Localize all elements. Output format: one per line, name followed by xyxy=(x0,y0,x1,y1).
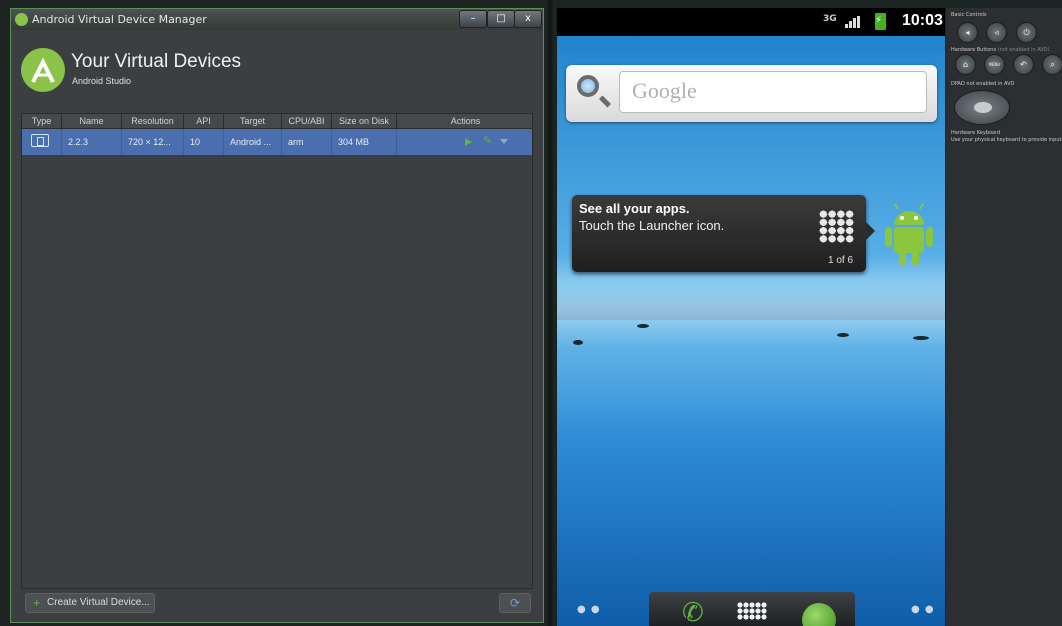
battery-charging-icon xyxy=(875,13,886,30)
hardware-keyboard-note: Use your physical keyboard to provide in… xyxy=(951,137,1062,143)
android-studio-icon xyxy=(15,13,28,26)
tip-body: Touch the Launcher icon. xyxy=(579,218,725,233)
phone-device-icon xyxy=(31,134,49,147)
window-separator xyxy=(545,0,555,626)
emulator-control-panel: Basic Controls ◂ ◃ ⏻ Hardware Buttons (n… xyxy=(946,8,1062,626)
avd-manager-window: Android Virtual Device Manager – □ x You… xyxy=(10,8,544,623)
back-button[interactable]: ↶ xyxy=(1013,54,1034,75)
volume-down-button[interactable]: ◂ xyxy=(957,22,978,43)
phone-icon[interactable]: ✆ xyxy=(682,600,704,626)
search-button[interactable]: ⌕ xyxy=(1042,54,1062,75)
status-bar: 3G 10:03 xyxy=(557,8,945,36)
size-cell: 304 MB xyxy=(332,129,397,155)
resolution-cell: 720 × 12... xyxy=(122,129,184,155)
chevron-down-icon[interactable] xyxy=(500,139,508,144)
device-table: Type Name Resolution API Target CPU/ABI … xyxy=(21,113,533,589)
wallpaper-rock xyxy=(837,333,849,337)
column-header-type[interactable]: Type xyxy=(22,114,62,128)
basic-controls-label: Basic Controls xyxy=(951,12,987,18)
refresh-icon: ⟳ xyxy=(509,596,521,610)
emulator-screen[interactable]: 3G 10:03 Google See all your apps. Touch… xyxy=(557,8,945,626)
edit-pencil-icon[interactable]: ✎ xyxy=(483,135,492,147)
wallpaper-rock xyxy=(573,340,583,345)
network-type-indicator: 3G xyxy=(823,14,837,24)
target-cell: Android ... xyxy=(224,129,282,155)
actions-cell: ✎ xyxy=(397,129,534,155)
launch-play-icon[interactable] xyxy=(465,138,472,146)
page-indicator-right[interactable]: ● ● xyxy=(911,604,935,615)
column-header-target[interactable]: Target xyxy=(224,114,282,128)
dpad-label: DPAD not enabled in AVD xyxy=(951,81,1015,87)
plus-icon: + xyxy=(33,595,41,610)
dpad-center-button[interactable] xyxy=(974,102,992,113)
create-virtual-device-button[interactable]: + Create Virtual Device... xyxy=(25,593,155,613)
type-cell xyxy=(22,129,62,155)
refresh-button[interactable]: ⟳ xyxy=(499,593,531,613)
status-clock: 10:03 xyxy=(902,12,943,29)
power-button[interactable]: ⏻ xyxy=(1016,22,1037,43)
back-icon: ↶ xyxy=(1020,60,1027,69)
column-header-cpu[interactable]: CPU/ABI xyxy=(282,114,332,128)
create-button-label: Create Virtual Device... xyxy=(47,597,150,608)
avd-footer: + Create Virtual Device... ⟳ xyxy=(21,593,533,615)
window-titlebar[interactable]: Android Virtual Device Manager – □ x xyxy=(11,9,543,30)
cpu-cell: arm xyxy=(282,129,332,155)
column-header-resolution[interactable]: Resolution xyxy=(122,114,184,128)
browser-icon[interactable] xyxy=(802,603,836,626)
api-cell: 10 xyxy=(184,129,224,155)
search-input[interactable]: Google xyxy=(619,71,927,113)
minimize-button[interactable]: – xyxy=(459,10,487,28)
close-button[interactable]: x xyxy=(514,10,542,28)
tip-counter: 1 of 6 xyxy=(828,255,854,266)
window-title: Android Virtual Device Manager xyxy=(32,13,207,26)
column-header-api[interactable]: API xyxy=(184,114,224,128)
android-studio-logo-icon xyxy=(21,48,65,92)
dpad-control[interactable] xyxy=(954,90,1010,125)
app-drawer-icon[interactable] xyxy=(737,602,767,620)
hardware-buttons-label: Hardware Buttons (not enabled in AVD) xyxy=(951,47,1050,53)
hardware-keyboard-label: Hardware Keyboard xyxy=(951,130,1001,136)
column-header-actions: Actions xyxy=(450,116,481,126)
avd-header: Your Virtual Devices Android Studio xyxy=(11,30,543,112)
launcher-dock: ✆ xyxy=(649,592,855,626)
table-header: Type Name Resolution API Target CPU/ABI … xyxy=(22,114,532,129)
power-icon: ⏻ xyxy=(1023,28,1030,37)
column-header-size[interactable]: Size on Disk xyxy=(332,114,397,128)
page-title: Your Virtual Devices xyxy=(71,51,242,72)
signal-strength-icon xyxy=(845,16,861,28)
maximize-button[interactable]: □ xyxy=(487,10,515,28)
volume-up-icon: ◃ xyxy=(994,28,999,37)
google-search-widget[interactable]: Google xyxy=(566,65,937,122)
name-cell: 2.2.3 xyxy=(62,129,122,155)
column-header-name[interactable]: Name xyxy=(62,114,122,128)
search-placeholder: Google xyxy=(632,78,697,103)
page-indicator-left[interactable]: ● ● xyxy=(577,604,601,615)
launcher-grid-icon xyxy=(819,210,854,243)
wallpaper-rock xyxy=(637,324,649,328)
android-robot-icon xyxy=(885,203,933,266)
tip-title: See all your apps. xyxy=(579,201,690,216)
wallpaper-rock xyxy=(913,336,929,340)
launcher-tip-bubble[interactable]: See all your apps. Touch the Launcher ic… xyxy=(572,195,875,272)
page-subtitle: Android Studio xyxy=(72,76,132,86)
home-button[interactable]: ⌂ xyxy=(955,54,976,75)
search-icon[interactable] xyxy=(577,75,599,97)
volume-down-icon: ◂ xyxy=(965,28,970,37)
home-icon: ⌂ xyxy=(962,60,969,69)
menu-button[interactable]: MENU xyxy=(984,54,1005,75)
search-icon: ⌕ xyxy=(1050,60,1055,69)
volume-up-button[interactable]: ◃ xyxy=(986,22,1007,43)
table-row[interactable]: 2.2.3 720 × 12... 10 Android ... arm 304… xyxy=(22,129,532,155)
wallpaper-horizon xyxy=(557,288,945,320)
